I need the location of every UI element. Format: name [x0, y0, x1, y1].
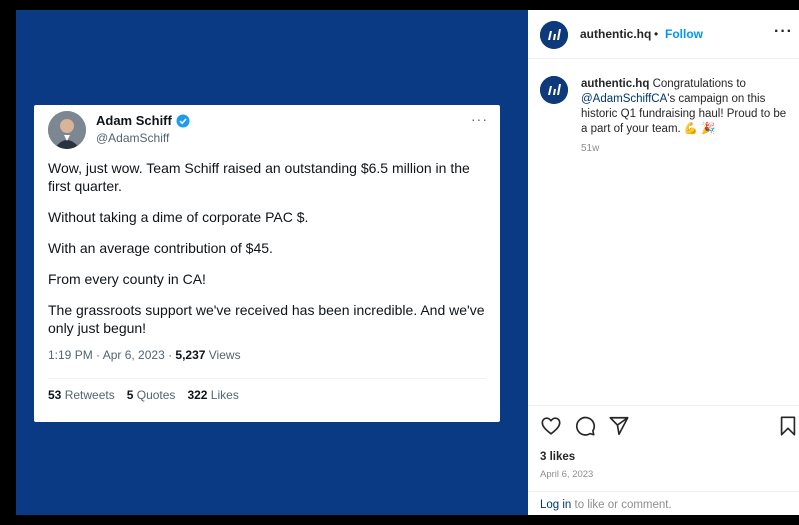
- tweet-divider: [48, 378, 486, 379]
- comment-icon[interactable]: [574, 415, 596, 437]
- tweet-author-handle: @AdamSchiff: [96, 131, 170, 145]
- post-caption: authentic.hq Congratulations to @AdamSch…: [581, 77, 791, 137]
- tweet-name-row: Adam Schiff: [96, 113, 190, 128]
- login-link[interactable]: Log in: [540, 499, 571, 511]
- bookmark-icon[interactable]: [777, 415, 799, 437]
- likes-count[interactable]: 3 likes: [540, 451, 575, 463]
- instagram-post-frame: Adam Schiff @AdamSchiff ··· Wow, just wo…: [0, 0, 799, 525]
- login-divider: [528, 491, 799, 492]
- tweet-likes: 322 Likes: [187, 388, 238, 402]
- tweet-timestamp: 1:19 PM · Apr 6, 2023 ·: [48, 348, 176, 362]
- caption-mention-link[interactable]: @AdamSchiffCA: [581, 93, 667, 105]
- tweet-views-label: Views: [205, 348, 241, 362]
- more-options-icon[interactable]: ···: [774, 23, 793, 41]
- tweet-retweets: 53 Retweets: [48, 388, 115, 402]
- tweet-paragraph: With an average contribution of $45.: [48, 240, 273, 256]
- caption-text: Congratulations to: [649, 78, 746, 90]
- likes-count: 322: [187, 388, 208, 402]
- paper-plane-icon[interactable]: [608, 415, 630, 437]
- quotes-label: Quotes: [133, 388, 176, 402]
- verified-badge-icon: [176, 114, 190, 128]
- tweet-more-icon: ···: [471, 111, 488, 127]
- retweets-count: 53: [48, 388, 62, 402]
- tweet-body: Wow, just wow. Team Schiff raised an out…: [48, 159, 488, 350]
- follow-button[interactable]: Follow: [665, 27, 703, 41]
- separator-dot: •: [654, 27, 659, 41]
- tweet-paragraph: From every county in CA!: [48, 271, 206, 287]
- tweet-quotes: 5 Quotes: [127, 388, 176, 402]
- tweet-paragraph: The grassroots support we've received ha…: [48, 302, 485, 336]
- post-username[interactable]: authentic.hq: [580, 27, 651, 41]
- likes-label: Likes: [207, 388, 239, 402]
- tweet-stats: 53 Retweets 5 Quotes 322 Likes: [48, 388, 239, 402]
- post-date: April 6, 2023: [540, 469, 594, 480]
- actions-divider: [528, 405, 799, 406]
- retweets-label: Retweets: [61, 388, 115, 402]
- authentic-logo-icon[interactable]: [540, 21, 568, 49]
- login-prompt-text: to like or comment.: [571, 499, 672, 511]
- tweet-paragraph: Wow, just wow. Team Schiff raised an out…: [48, 160, 470, 194]
- tweet-author-name: Adam Schiff: [96, 113, 172, 128]
- heart-icon[interactable]: [540, 415, 562, 437]
- caption-username[interactable]: authentic.hq: [581, 78, 649, 90]
- tweet-views-count: 5,237: [175, 348, 206, 362]
- post-header: authentic.hq • Follow ···: [528, 10, 799, 59]
- post-media[interactable]: Adam Schiff @AdamSchiff ··· Wow, just wo…: [16, 10, 528, 515]
- tweet-paragraph: Without taking a dime of corporate PAC $…: [48, 209, 309, 225]
- login-prompt: Log in to like or comment.: [540, 499, 672, 511]
- post-side-panel: authentic.hq • Follow ··· authentic.hq C…: [528, 10, 799, 515]
- post-actions: [540, 415, 796, 439]
- tweet-meta: 1:19 PM · Apr 6, 2023 · 5,237 Views: [48, 348, 241, 362]
- authentic-logo-icon[interactable]: [540, 76, 568, 104]
- caption-timestamp: 51w: [581, 143, 600, 154]
- tweet-avatar: [48, 111, 86, 149]
- tweet-screenshot: Adam Schiff @AdamSchiff ··· Wow, just wo…: [34, 105, 500, 422]
